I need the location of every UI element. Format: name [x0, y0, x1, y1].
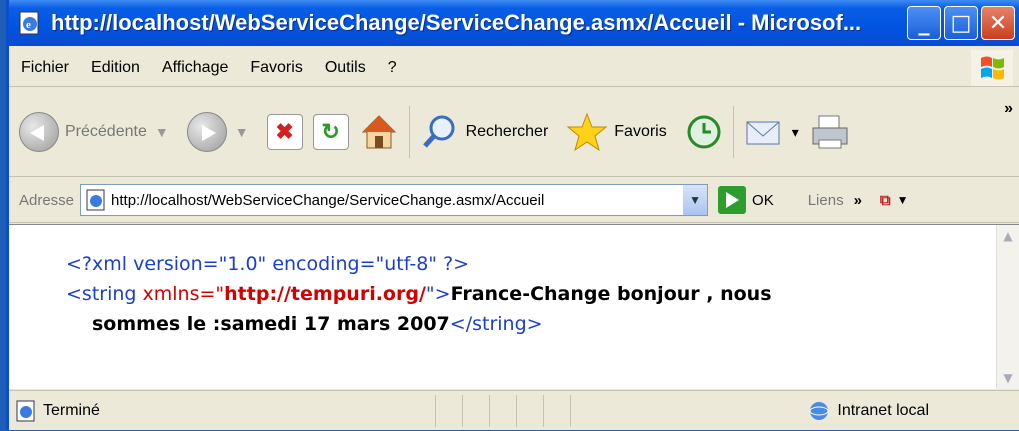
- title-bar[interactable]: e http://localhost/WebServiceChange/Serv…: [9, 0, 1019, 46]
- xml-attr-name: xmlns=": [142, 283, 225, 305]
- zone-label: Intranet local: [837, 402, 929, 419]
- links-label[interactable]: Liens: [808, 192, 844, 209]
- menu-fichier[interactable]: Fichier: [9, 59, 80, 77]
- toolbar-overflow-icon[interactable]: »: [1004, 100, 1013, 118]
- links-overflow-icon[interactable]: »: [854, 192, 862, 209]
- history-button[interactable]: [685, 113, 723, 151]
- go-label: OK: [752, 191, 774, 209]
- status-text: Terminé: [43, 402, 100, 419]
- scroll-up-icon[interactable]: ▲: [997, 229, 1019, 243]
- mail-button[interactable]: ▾: [744, 114, 799, 150]
- forward-button[interactable]: ▼: [186, 112, 249, 152]
- search-icon: [422, 115, 455, 148]
- menu-bar: Fichier Edition Affichage Favoris Outils…: [9, 50, 1019, 87]
- forward-arrow-icon: [186, 112, 227, 152]
- favorites-button[interactable]: Favoris: [566, 112, 667, 152]
- search-label: Rechercher: [465, 123, 549, 140]
- menu-help[interactable]: ?: [377, 59, 408, 77]
- windows-logo-icon: [971, 50, 1013, 86]
- go-arrow-icon: [718, 186, 747, 214]
- xml-document: <?xml version="1.0" encoding="utf-8" ?> …: [66, 249, 772, 339]
- scroll-down-icon[interactable]: ▼: [997, 371, 1019, 385]
- page-done-icon: [16, 400, 35, 422]
- close-button[interactable]: ✕: [981, 6, 1015, 40]
- page-icon: [86, 189, 105, 211]
- pdf-tool-icon[interactable]: ⧉: [880, 192, 891, 209]
- refresh-icon: ↻: [312, 114, 349, 150]
- home-button[interactable]: [359, 112, 399, 152]
- intranet-icon: [809, 402, 829, 420]
- browser-window: e http://localhost/WebServiceChange/Serv…: [6, 0, 1019, 430]
- back-arrow-icon: [19, 112, 59, 152]
- status-panels: [435, 395, 597, 427]
- maximize-button[interactable]: □: [944, 6, 978, 40]
- address-url[interactable]: http://localhost/WebServiceChange/Servic…: [111, 192, 683, 209]
- back-button[interactable]: Précédente ▼: [19, 112, 169, 152]
- refresh-button[interactable]: ↻: [312, 114, 349, 150]
- toolbar-separator: [732, 106, 734, 158]
- back-dropdown-icon[interactable]: ▼: [155, 124, 169, 140]
- address-dropdown-icon[interactable]: ▼: [683, 185, 708, 215]
- stop-icon: ✖: [266, 114, 303, 150]
- print-button[interactable]: [809, 112, 851, 152]
- toolbar-separator: [408, 106, 410, 158]
- xml-tag-close: </string>: [449, 313, 543, 335]
- ie-page-icon: e: [17, 10, 43, 36]
- address-bar: Adresse http://localhost/WebServiceChang…: [9, 178, 1019, 223]
- mail-dropdown-icon[interactable]: ▾: [792, 124, 799, 141]
- menu-affichage[interactable]: Affichage: [151, 59, 239, 77]
- minimize-button[interactable]: _: [907, 6, 941, 40]
- toolbar: Précédente ▼ ▼ ✖ ↻ Rechercher Favoris ▾ …: [9, 88, 1019, 177]
- menu-favoris[interactable]: Favoris: [239, 59, 313, 77]
- menu-outils[interactable]: Outils: [314, 59, 377, 77]
- forward-dropdown-icon[interactable]: ▼: [235, 124, 249, 140]
- back-label: Précédente: [65, 123, 147, 140]
- page-content: <?xml version="1.0" encoding="utf-8" ?> …: [9, 224, 1019, 389]
- favorites-label: Favoris: [614, 123, 667, 140]
- xml-attr-value: http://tempuri.org/: [224, 283, 426, 305]
- mail-icon: [746, 121, 780, 145]
- menu-edition[interactable]: Edition: [80, 59, 151, 77]
- stop-button[interactable]: ✖: [266, 114, 303, 150]
- xml-tag-open-end: ">: [425, 283, 451, 305]
- window-title: http://localhost/WebServiceChange/Servic…: [51, 10, 862, 35]
- xml-declaration: <?xml version="1.0" encoding="utf-8" ?>: [66, 253, 470, 275]
- home-icon: [361, 115, 396, 149]
- go-button[interactable]: OK: [718, 186, 774, 214]
- xml-text-line2: sommes le :samedi 17 mars 2007: [92, 313, 450, 335]
- security-zone[interactable]: Intranet local: [807, 400, 929, 422]
- xml-tag-open: <string: [66, 283, 143, 305]
- favorites-star-icon: [566, 112, 608, 152]
- print-icon: [812, 115, 848, 149]
- search-button[interactable]: Rechercher: [420, 112, 549, 152]
- history-icon: [687, 115, 721, 149]
- xml-text-line1: France-Change bonjour , nous: [450, 283, 772, 305]
- vertical-scrollbar[interactable]: ▲ ▼: [996, 225, 1019, 389]
- pdf-dropdown-icon[interactable]: ▼: [897, 193, 909, 207]
- address-field[interactable]: http://localhost/WebServiceChange/Servic…: [80, 184, 709, 216]
- svg-text:e: e: [26, 19, 31, 31]
- address-label: Adresse: [19, 191, 75, 209]
- status-bar: Terminé Intranet local: [9, 390, 1019, 431]
